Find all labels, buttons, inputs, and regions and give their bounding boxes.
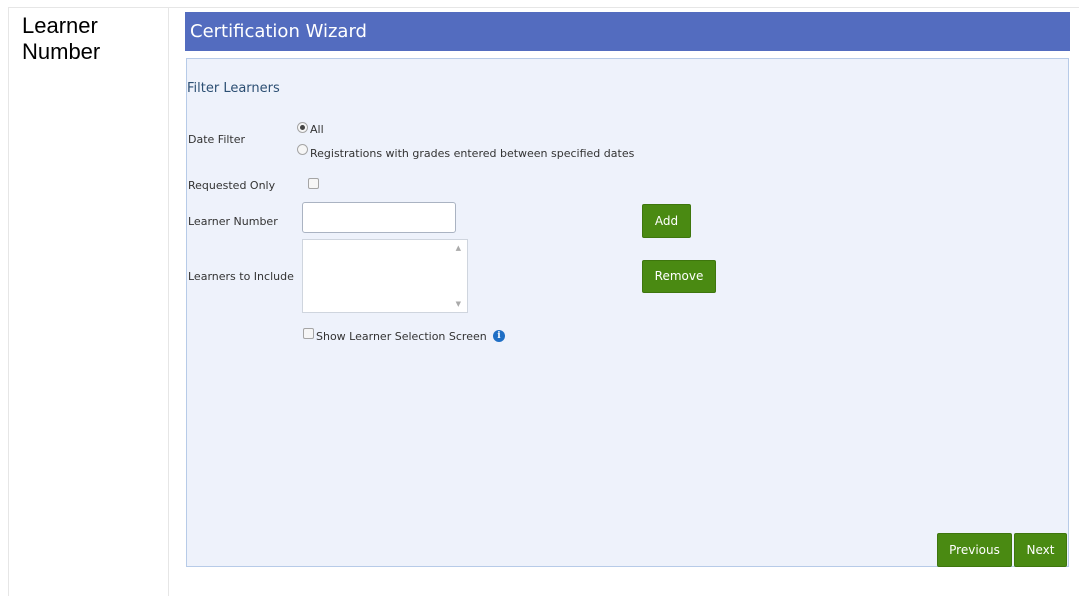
- show-selection-label[interactable]: Show Learner Selection Screen: [316, 330, 487, 343]
- scroll-down-icon[interactable]: ▼: [456, 300, 461, 308]
- date-filter-range-radio[interactable]: [297, 144, 308, 155]
- learner-number-label: Learner Number: [188, 215, 278, 228]
- side-panel-label: Learner Number: [22, 13, 101, 64]
- column-divider: [168, 7, 169, 596]
- show-selection-checkbox[interactable]: [303, 328, 314, 339]
- info-icon[interactable]: i: [493, 330, 505, 342]
- requested-only-label: Requested Only: [188, 179, 276, 192]
- date-filter-label: Date Filter: [188, 133, 246, 146]
- remove-button[interactable]: Remove: [642, 260, 716, 293]
- learner-number-input[interactable]: [302, 202, 456, 233]
- wizard-title: Certification Wizard: [185, 12, 1070, 51]
- date-filter-all-label[interactable]: All: [310, 123, 324, 136]
- previous-button[interactable]: Previous: [937, 533, 1012, 567]
- add-button[interactable]: Add: [642, 204, 691, 238]
- date-filter-range-label[interactable]: Registrations with grades entered betwee…: [310, 147, 634, 160]
- requested-only-checkbox[interactable]: [308, 178, 319, 189]
- learners-to-include-label: Learners to Include: [188, 270, 294, 283]
- learners-to-include-listbox[interactable]: ▲ ▼: [302, 239, 468, 313]
- left-divider: [8, 7, 9, 596]
- scroll-up-icon[interactable]: ▲: [456, 244, 461, 252]
- page: Learner Number Certification Wizard Filt…: [0, 0, 1081, 596]
- date-filter-all-radio[interactable]: [297, 122, 308, 133]
- next-button[interactable]: Next: [1014, 533, 1067, 567]
- section-title: Filter Learners: [187, 81, 280, 96]
